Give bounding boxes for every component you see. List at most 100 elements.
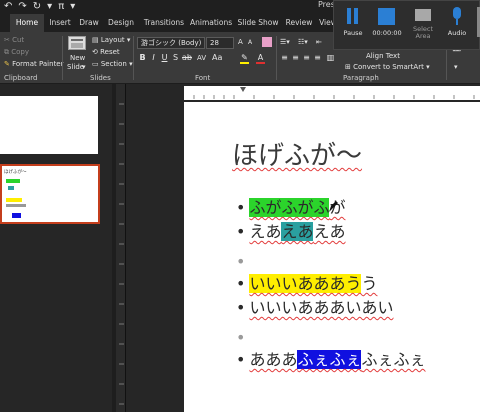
tab-slide-show[interactable]: Slide Show	[236, 14, 280, 32]
new-slide-label-1[interactable]: New	[70, 54, 85, 62]
ribbon-separator	[276, 36, 277, 80]
character-spacing-icon[interactable]: AV	[197, 52, 206, 64]
bullet-dot: •	[236, 298, 246, 317]
new-slide-icon[interactable]	[68, 36, 86, 50]
tab-animations[interactable]: Animations	[190, 14, 232, 32]
bullet-dot: •	[236, 198, 246, 217]
pen-cursor-icon	[329, 201, 338, 212]
reset-button[interactable]: ⟲ Reset	[92, 48, 120, 56]
select-area-label-2: Area	[415, 32, 431, 40]
reset-icon: ⟲	[92, 48, 101, 56]
slide-title[interactable]: ほげふが〜	[232, 140, 362, 172]
bullet-dot: •	[236, 350, 246, 369]
bullet-text-segment: ふがふがふ	[249, 198, 330, 217]
bullet-text-segment: いいいあああいあい	[249, 298, 394, 317]
horizontal-ruler-strip	[184, 86, 480, 100]
bullet-dot: •	[236, 252, 246, 271]
vertical-ruler	[116, 84, 126, 412]
numbering-icon[interactable]: ☷▾	[298, 38, 308, 46]
recording-toolbar: Pause 00:00:00 Select Area Audio	[333, 0, 480, 50]
thumbnail-line	[6, 198, 22, 202]
pause-button[interactable]: Pause	[337, 4, 369, 48]
slide-canvas: ほげふが〜 • ふがふがふが • えあえあえあ • • いいいあああうう • いいいあああいあい…	[184, 102, 480, 412]
bullet-line[interactable]: •	[236, 252, 249, 272]
section-button[interactable]: ▭ Section ▾	[92, 60, 133, 68]
repeat-icon[interactable]: ↻	[33, 0, 41, 14]
cut-button[interactable]: ✂ Cut	[4, 36, 24, 44]
bullet-text-segment: ふぇふぇ	[361, 350, 426, 369]
convert-smartart-button[interactable]: ⊞ Convert to SmartArt ▾	[345, 63, 430, 71]
slide-title-text: ほげふが〜	[232, 141, 363, 171]
columns-icon[interactable]: ▥	[326, 52, 335, 64]
pi-equation-icon[interactable]: π	[58, 0, 64, 14]
underline-icon[interactable]: U	[160, 52, 169, 64]
font-color-icon[interactable]: A	[256, 52, 265, 64]
bullet-line[interactable]: • いいいあああいあい	[236, 298, 393, 318]
bullet-line[interactable]: • あああふぇふぇふぇふぇ	[236, 350, 425, 370]
content-placeholder[interactable]: • ふがふがふが • えあえあえあ • • いいいあああうう • いいいあああいあい • • あああふ…	[236, 198, 480, 388]
thumbnail-line	[8, 186, 14, 190]
strikethrough-icon[interactable]: ab	[182, 52, 192, 64]
align-left-icon[interactable]: ≡	[280, 52, 289, 64]
shadow-icon[interactable]: S	[171, 52, 180, 64]
thumbnail-line	[6, 179, 20, 183]
more-icon[interactable]: ▾	[70, 0, 75, 14]
align-text-button[interactable]: Align Text	[366, 52, 400, 60]
align-center-icon[interactable]: ≡	[291, 52, 300, 64]
indent-marker[interactable]	[240, 87, 246, 92]
layout-button[interactable]: ▤ Layout ▾	[92, 36, 130, 44]
indent-icon[interactable]: ⇤	[316, 38, 322, 46]
tab-draw[interactable]: Draw	[78, 14, 100, 32]
smartart-icon: ⊞	[345, 63, 354, 71]
bullet-text-segment: えあ	[281, 222, 314, 241]
thumbnail-line	[12, 213, 21, 218]
align-right-icon[interactable]: ≡	[302, 52, 311, 64]
increase-font-icon[interactable]: A	[238, 38, 243, 46]
customize-icon[interactable]: ▾	[47, 0, 52, 14]
italic-icon[interactable]: I	[149, 52, 158, 64]
undo-icon[interactable]: ↶	[4, 0, 12, 14]
justify-icon[interactable]: ≡	[313, 52, 322, 64]
tab-home[interactable]: Home	[10, 14, 44, 32]
format-painter-button[interactable]: ✎ Format Painter	[4, 60, 64, 68]
bullet-text-segment: あああ	[249, 350, 298, 369]
audio-button[interactable]: Audio	[441, 4, 473, 48]
bullet-dot: •	[236, 274, 246, 293]
bullet-line[interactable]: •	[236, 328, 249, 348]
timer-label: 00:00:00	[372, 29, 402, 37]
bold-icon[interactable]: B	[138, 52, 147, 64]
clear-formatting-icon[interactable]	[262, 37, 272, 47]
ribbon-separator	[62, 36, 63, 80]
pause-icon-bar	[354, 8, 358, 24]
section-icon: ▭	[92, 60, 101, 68]
slide-thumbnail-1[interactable]	[0, 96, 98, 154]
tab-insert[interactable]: Insert	[46, 14, 74, 32]
microphone-stand	[456, 19, 458, 25]
bullet-line[interactable]: • えあえあえあ	[236, 222, 345, 242]
tab-transitions[interactable]: Transitions	[142, 14, 186, 32]
tab-review[interactable]: Review	[284, 14, 314, 32]
more-tools-icon[interactable]: ▾	[454, 63, 458, 71]
quick-access-toolbar: ↶ ↷ ↻ ▾ π ▾	[4, 0, 75, 14]
chevron-down-icon[interactable]: ▾	[82, 63, 86, 71]
change-case-icon[interactable]: Aa	[212, 52, 222, 64]
tab-design[interactable]: Design	[106, 14, 136, 32]
pause-icon	[347, 8, 351, 24]
font-size-select[interactable]: 28	[206, 37, 234, 49]
scissors-icon: ✂	[4, 36, 13, 44]
audio-label: Audio	[447, 29, 467, 37]
bullets-icon[interactable]: ☰▾	[280, 38, 290, 46]
clipboard-group-label: Clipboard	[4, 74, 38, 82]
font-name-select[interactable]: 游ゴシック (Body)	[137, 37, 205, 49]
select-area-button[interactable]: Select Area	[407, 4, 439, 48]
bullet-text-segment: えあ	[249, 222, 282, 241]
decrease-font-icon[interactable]: A	[248, 39, 252, 46]
ribbon-separator	[133, 36, 134, 80]
redo-icon[interactable]: ↷	[18, 0, 26, 14]
bullet-line[interactable]: • いいいあああうう	[236, 274, 377, 294]
copy-button[interactable]: ⧉ Copy	[4, 48, 29, 57]
pause-label: Pause	[343, 29, 363, 37]
highlight-color-icon[interactable]: ✎	[240, 52, 249, 64]
slide-thumbnail-2[interactable]: ほげふが〜	[0, 164, 100, 224]
stop-button[interactable]: 00:00:00	[371, 4, 403, 48]
